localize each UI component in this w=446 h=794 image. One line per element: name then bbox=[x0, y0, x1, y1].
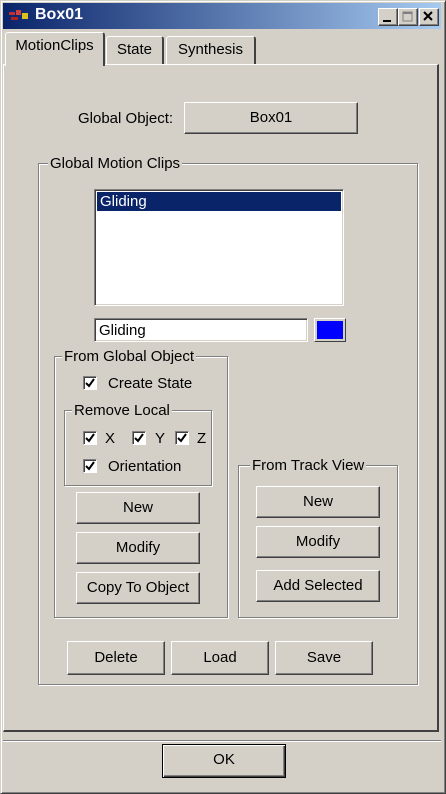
copy-to-object-button[interactable]: Copy To Object bbox=[76, 572, 200, 604]
track-modify-label: Modify bbox=[295, 533, 341, 550]
global-new-button[interactable]: New bbox=[76, 492, 200, 524]
remove-y-checkbox[interactable] bbox=[132, 431, 146, 445]
remove-x-checkbox[interactable] bbox=[83, 431, 97, 445]
motion-clips-list[interactable]: Gliding bbox=[94, 189, 344, 306]
checkmark-icon bbox=[177, 433, 187, 443]
add-selected-button[interactable]: Add Selected bbox=[256, 570, 380, 602]
separator bbox=[3, 740, 441, 742]
tab-synthesis[interactable]: Synthesis bbox=[166, 36, 256, 64]
global-object-button-label: Box01 bbox=[249, 109, 293, 126]
clip-name-value: Gliding bbox=[99, 322, 146, 339]
save-button[interactable]: Save bbox=[275, 641, 373, 675]
remove-local-label: Remove Local bbox=[72, 402, 172, 419]
window-title: Box01 bbox=[35, 6, 84, 23]
ok-label: OK bbox=[213, 751, 235, 768]
title-bar[interactable]: Box01 bbox=[3, 3, 441, 29]
track-new-button[interactable]: New bbox=[256, 486, 380, 518]
ok-button[interactable]: OK bbox=[162, 744, 286, 778]
minimize-icon bbox=[383, 20, 391, 22]
close-button[interactable] bbox=[419, 8, 439, 26]
remove-z-checkbox[interactable] bbox=[175, 431, 189, 445]
track-modify-button[interactable]: Modify bbox=[256, 526, 380, 558]
remove-x-label: X bbox=[105, 430, 116, 447]
orientation-label: Orientation bbox=[108, 458, 182, 475]
minimize-button[interactable] bbox=[378, 8, 398, 26]
tab-state[interactable]: State bbox=[106, 36, 164, 64]
copy-to-object-label: Copy To Object bbox=[86, 579, 190, 596]
global-modify-button[interactable]: Modify bbox=[76, 532, 200, 564]
maximize-icon bbox=[402, 11, 413, 22]
create-state-label: Create State bbox=[108, 375, 193, 392]
track-new-label: New bbox=[302, 493, 333, 510]
global-motion-clips-label: Global Motion Clips bbox=[48, 155, 183, 172]
global-modify-label: Modify bbox=[115, 539, 161, 556]
checkmark-icon bbox=[134, 433, 144, 443]
maximize-button[interactable] bbox=[398, 8, 418, 26]
from-track-view-label: From Track View bbox=[250, 457, 367, 474]
remove-z-label: Z bbox=[197, 430, 207, 447]
list-item[interactable]: Gliding bbox=[97, 192, 341, 211]
load-label: Load bbox=[203, 649, 237, 666]
from-global-object-label: From Global Object bbox=[62, 348, 197, 365]
global-object-label: Global Object: bbox=[78, 110, 174, 127]
checkmark-icon bbox=[85, 378, 95, 388]
save-label: Save bbox=[306, 649, 342, 666]
checkmark-icon bbox=[85, 433, 95, 443]
clip-name-input[interactable]: Gliding bbox=[94, 318, 308, 342]
tab-motionclips[interactable]: MotionClips bbox=[5, 32, 105, 66]
app-icon bbox=[8, 8, 30, 24]
orientation-checkbox[interactable] bbox=[83, 459, 97, 473]
delete-label: Delete bbox=[94, 649, 138, 666]
global-new-label: New bbox=[122, 499, 153, 516]
add-selected-label: Add Selected bbox=[273, 577, 363, 594]
global-object-button[interactable]: Box01 bbox=[184, 102, 358, 134]
remove-y-label: Y bbox=[155, 430, 166, 447]
delete-button[interactable]: Delete bbox=[67, 641, 165, 675]
color-swatch-button[interactable] bbox=[314, 318, 346, 342]
color-swatch bbox=[317, 321, 343, 339]
close-icon bbox=[423, 11, 433, 21]
create-state-checkbox[interactable] bbox=[83, 376, 97, 390]
checkmark-icon bbox=[85, 461, 95, 471]
load-button[interactable]: Load bbox=[171, 641, 269, 675]
